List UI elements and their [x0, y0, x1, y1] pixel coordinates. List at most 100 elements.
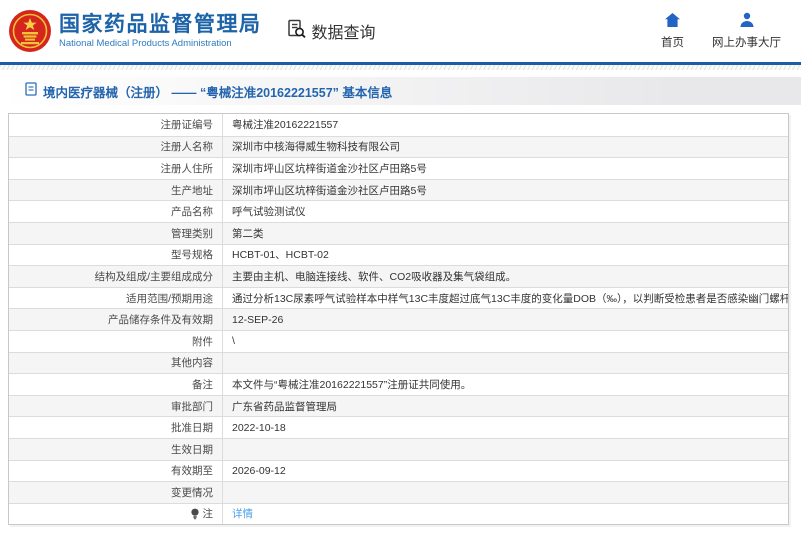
table-row: 注册人名称 深圳市中核海得威生物科技有限公司: [9, 135, 788, 158]
row-label-text: 备注: [192, 378, 213, 391]
brand-title: 国家药品监督管理局: [59, 13, 262, 36]
row-value-text: 粤械注准20162221557: [232, 119, 339, 132]
nav-item-home[interactable]: 首页: [661, 12, 684, 50]
row-value: 第二类: [223, 223, 788, 244]
brand-block: 国家药品监督管理局 National Medical Products Admi…: [59, 12, 262, 50]
row-label: 管理类别: [9, 222, 223, 244]
row-label: 产品储存条件及有效期: [9, 309, 223, 330]
row-value-text: 本文件与“粤械注准20162221557”注册证共同使用。: [232, 378, 472, 391]
row-value: 深圳市坪山区坑梓街道金沙社区卢田路5号: [223, 180, 788, 201]
row-label: 注: [9, 503, 223, 525]
row-value-text: 通过分析13C尿素呼气试验样本中样气13C丰度超过底气13C丰度的变化量DOB（…: [232, 292, 788, 305]
table-row: 备注 本文件与“粤械注准20162221557”注册证共同使用。: [9, 373, 788, 395]
row-label: 结构及组成/主要组成成分: [9, 266, 223, 287]
row-value: 通过分析13C尿素呼气试验样本中样气13C丰度超过底气13C丰度的变化量DOB（…: [223, 288, 788, 309]
data-query-label: 数据查询: [311, 25, 376, 42]
document-icon: [25, 81, 37, 101]
row-label-text: 审批部门: [171, 400, 213, 413]
row-value-text: HCBT-01、HCBT-02: [232, 249, 329, 262]
row-label: 生产地址: [9, 179, 223, 201]
row-value-text: 2026-09-12: [232, 464, 286, 477]
row-value: 12-SEP-26: [223, 309, 788, 330]
row-label-text: 结构及组成/主要组成成分: [94, 270, 213, 283]
row-label-text: 注册人住所: [160, 162, 214, 175]
table-row: 变更情况: [9, 481, 788, 503]
row-label-text: 产品储存条件及有效期: [108, 314, 213, 327]
row-value: [223, 482, 788, 503]
row-label-text: 型号规格: [171, 249, 213, 262]
site-header: 国家药品监督管理局 National Medical Products Admi…: [0, 0, 801, 62]
row-label: 型号规格: [9, 244, 223, 266]
table-row: 有效期至 2026-09-12: [9, 459, 788, 482]
row-value: [223, 439, 788, 460]
nav-service-hall-label: 网上办事大厅: [712, 37, 781, 49]
row-label: 变更情况: [9, 482, 223, 503]
row-value-text: 呼气试验测试仪: [232, 206, 306, 219]
nav-item-service-hall[interactable]: 网上办事大厅: [712, 12, 781, 50]
row-value-text: 主要由主机、电脑连接线、软件、CO2吸收器及集气袋组成。: [232, 270, 517, 283]
row-value-text: 深圳市坪山区坑梓街道金沙社区卢田路5号: [232, 184, 427, 197]
row-value: HCBT-01、HCBT-02: [223, 245, 788, 266]
row-label-text: 适用范围/预期用途: [126, 292, 213, 305]
row-label-text: 附件: [192, 335, 213, 348]
national-emblem-icon[interactable]: [8, 9, 52, 53]
row-value: 2022-10-18: [223, 417, 788, 438]
row-value: 详情: [223, 504, 788, 525]
row-value: 广东省药品监督管理局: [223, 396, 788, 417]
row-label: 审批部门: [9, 395, 223, 417]
hatch-band: [0, 65, 801, 70]
row-label-text: 有效期至: [171, 465, 213, 478]
page-title: 境内医疗器械（注册） —— “粤械注准20162221557” 基本信息: [43, 85, 393, 100]
row-value: 粤械注准20162221557: [223, 114, 788, 136]
row-label-text: 注册证编号: [160, 119, 214, 132]
row-value-text: 深圳市坪山区坑梓街道金沙社区卢田路5号: [232, 162, 427, 175]
table-row: 生产地址 深圳市坪山区坑梓街道金沙社区卢田路5号: [9, 178, 788, 201]
row-label-text: 其他内容: [171, 357, 213, 370]
row-label-text: 批准日期: [171, 422, 213, 435]
brand-subtitle: National Medical Products Administration: [59, 38, 232, 49]
row-value: \: [223, 331, 788, 352]
table-row: 结构及组成/主要组成成分 主要由主机、电脑连接线、软件、CO2吸收器及集气袋组成。: [9, 265, 788, 287]
row-value: [223, 353, 788, 374]
row-value-text: 第二类: [232, 227, 264, 240]
table-row: 适用范围/预期用途 通过分析13C尿素呼气试验样本中样气13C丰度超过底气13C丰…: [9, 286, 788, 309]
row-value: 2026-09-12: [223, 461, 788, 482]
nav-home-label: 首页: [661, 37, 684, 49]
table-row: 注 详情: [9, 502, 788, 525]
table-row: 注册证编号 粤械注准20162221557: [9, 114, 788, 136]
header-nav: 首页 网上办事大厅: [661, 12, 781, 50]
table-row: 生效日期: [9, 437, 788, 460]
table-row: 产品储存条件及有效期 12-SEP-26: [9, 308, 788, 330]
row-label: 其他内容: [9, 352, 223, 374]
table-row: 产品名称 呼气试验测试仪: [9, 200, 788, 222]
row-label-text: 注: [202, 508, 214, 521]
row-value: 主要由主机、电脑连接线、软件、CO2吸收器及集气袋组成。: [223, 266, 788, 287]
row-label-text: 生效日期: [171, 443, 213, 456]
row-label: 备注: [9, 374, 223, 395]
row-value-text: 2022-10-18: [232, 421, 286, 434]
row-label: 注册证编号: [9, 114, 223, 136]
detail-link[interactable]: 详情: [232, 506, 253, 521]
row-label-text: 产品名称: [171, 206, 213, 219]
row-label-text: 注册人名称: [160, 141, 214, 154]
user-icon: [739, 12, 755, 31]
row-value-text: \: [232, 335, 235, 348]
row-label-text: 变更情况: [171, 486, 213, 499]
row-value: 本文件与“粤械注准20162221557”注册证共同使用。: [223, 374, 788, 395]
table-row: 注册人住所 深圳市坪山区坑梓街道金沙社区卢田路5号: [9, 157, 788, 179]
row-value: 深圳市坪山区坑梓街道金沙社区卢田路5号: [223, 158, 788, 179]
table-row: 审批部门 广东省药品监督管理局: [9, 394, 788, 417]
row-value-text: 广东省药品监督管理局: [232, 400, 337, 413]
row-value: 深圳市中核海得威生物科技有限公司: [223, 137, 788, 158]
row-label: 有效期至: [9, 460, 223, 482]
data-query-nav[interactable]: 数据查询: [286, 18, 376, 45]
lightbulb-icon: [190, 508, 200, 520]
home-icon: [664, 12, 681, 31]
row-value: 呼气试验测试仪: [223, 201, 788, 222]
row-value-text: 深圳市中核海得威生物科技有限公司: [232, 141, 400, 154]
data-query-icon: [286, 18, 308, 45]
table-row: 型号规格 HCBT-01、HCBT-02: [9, 243, 788, 266]
row-label-text: 生产地址: [171, 184, 213, 197]
row-label: 生效日期: [9, 438, 223, 460]
row-label: 产品名称: [9, 201, 223, 222]
